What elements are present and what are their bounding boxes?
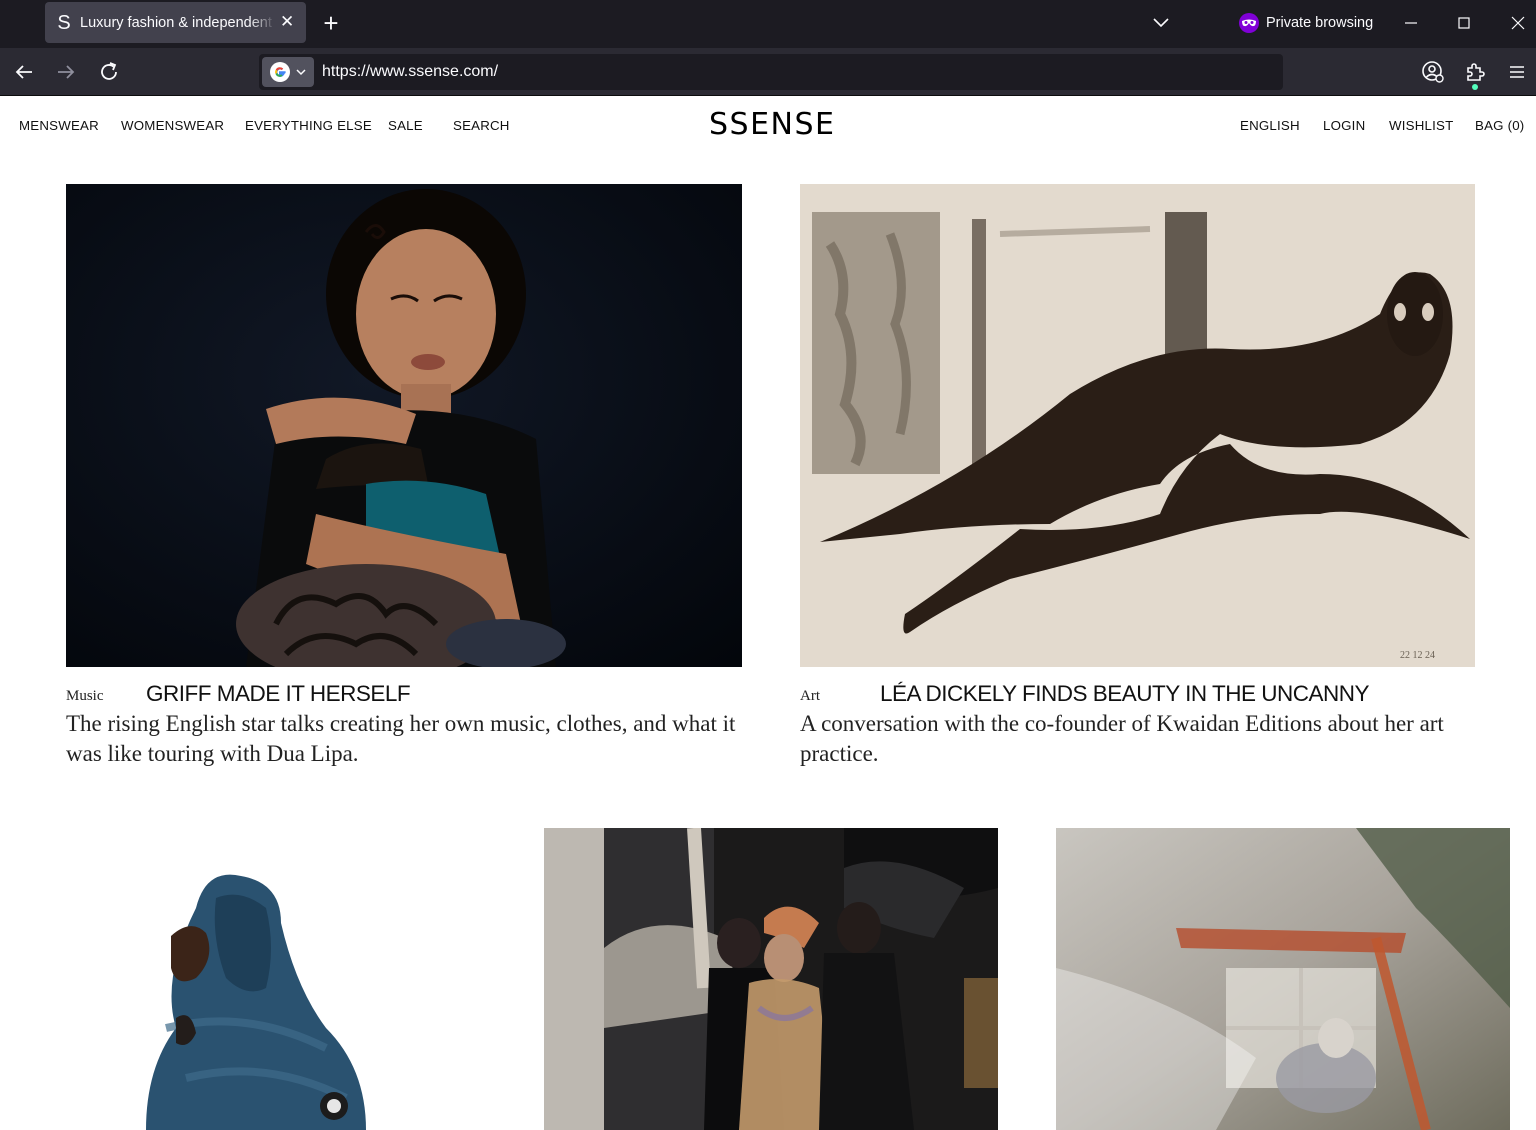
article-description: The rising English star talks creating h… [66,711,736,766]
thumbnail-image-runway-show[interactable] [544,828,998,1130]
nav-everything-else[interactable]: EVERYTHING ELSE [245,118,372,133]
nav-sale[interactable]: SALE [388,118,423,133]
close-window-icon[interactable] [1504,10,1532,36]
site-header: MENSWEAR WOMENSWEAR EVERYTHING ELSE SALE… [0,97,1536,157]
minimize-window-icon[interactable] [1397,10,1425,36]
extension-status-dot [1472,84,1478,90]
private-browsing-label: Private browsing [1266,15,1374,31]
article-category[interactable]: Music [66,688,104,705]
browser-toolbar: https://www.ssense.com/ [0,48,1536,96]
new-tab-button[interactable]: + [318,10,344,36]
back-arrow-icon[interactable] [12,60,36,84]
maximize-window-icon[interactable] [1450,10,1478,36]
chevron-down-icon [296,69,306,76]
extensions-puzzle-icon[interactable] [1463,60,1487,84]
browser-tab-strip: S Luxury fashion & independent designers… [0,0,1536,48]
nav-wishlist[interactable]: WISHLIST [1389,118,1453,133]
account-icon[interactable] [1421,60,1445,84]
thumbnail-image-hooded-jacket[interactable] [66,828,486,1130]
private-browsing-indicator: Private browsing [1238,11,1373,35]
browser-tab-active[interactable]: S Luxury fashion & independent designers… [45,2,306,43]
reload-icon[interactable] [97,60,121,84]
nav-language[interactable]: ENGLISH [1240,118,1300,133]
feature-image-lea-dickely[interactable]: 22 12 24 [800,184,1475,667]
article-title[interactable]: GRIFF MADE IT HERSELF [146,681,411,707]
close-icon[interactable]: ✕ [280,13,294,30]
feature-image-griff[interactable] [66,184,742,667]
site-logo[interactable]: SSENSE [709,107,835,142]
thumbnail-image-hazy-garden[interactable] [1056,828,1510,1130]
nav-search[interactable]: SEARCH [453,118,510,133]
nav-menswear[interactable]: MENSWEAR [19,118,99,133]
nav-womenswear[interactable]: WOMENSWEAR [121,118,224,133]
nav-login[interactable]: LOGIN [1323,118,1365,133]
article-category[interactable]: Art [800,688,820,705]
artwork-date-inscription: 22 12 24 [1400,650,1435,661]
search-engine-button[interactable] [262,57,314,87]
site-favicon-icon: S [57,11,71,34]
address-bar[interactable]: https://www.ssense.com/ [259,54,1283,90]
private-browsing-mask-icon [1239,13,1259,33]
article-title[interactable]: LÉA DICKELY FINDS BEAUTY IN THE UNCANNY [880,681,1369,707]
hamburger-menu-icon[interactable] [1505,60,1529,84]
article-description: A conversation with the co-founder of Kw… [800,711,1444,766]
google-icon [270,62,290,82]
url-text[interactable]: https://www.ssense.com/ [322,63,498,81]
chevron-down-icon[interactable] [1150,12,1172,34]
tab-title: Luxury fashion & independent designers |… [80,14,276,31]
nav-bag[interactable]: BAG (0) [1475,118,1524,133]
forward-arrow-icon[interactable] [54,60,78,84]
